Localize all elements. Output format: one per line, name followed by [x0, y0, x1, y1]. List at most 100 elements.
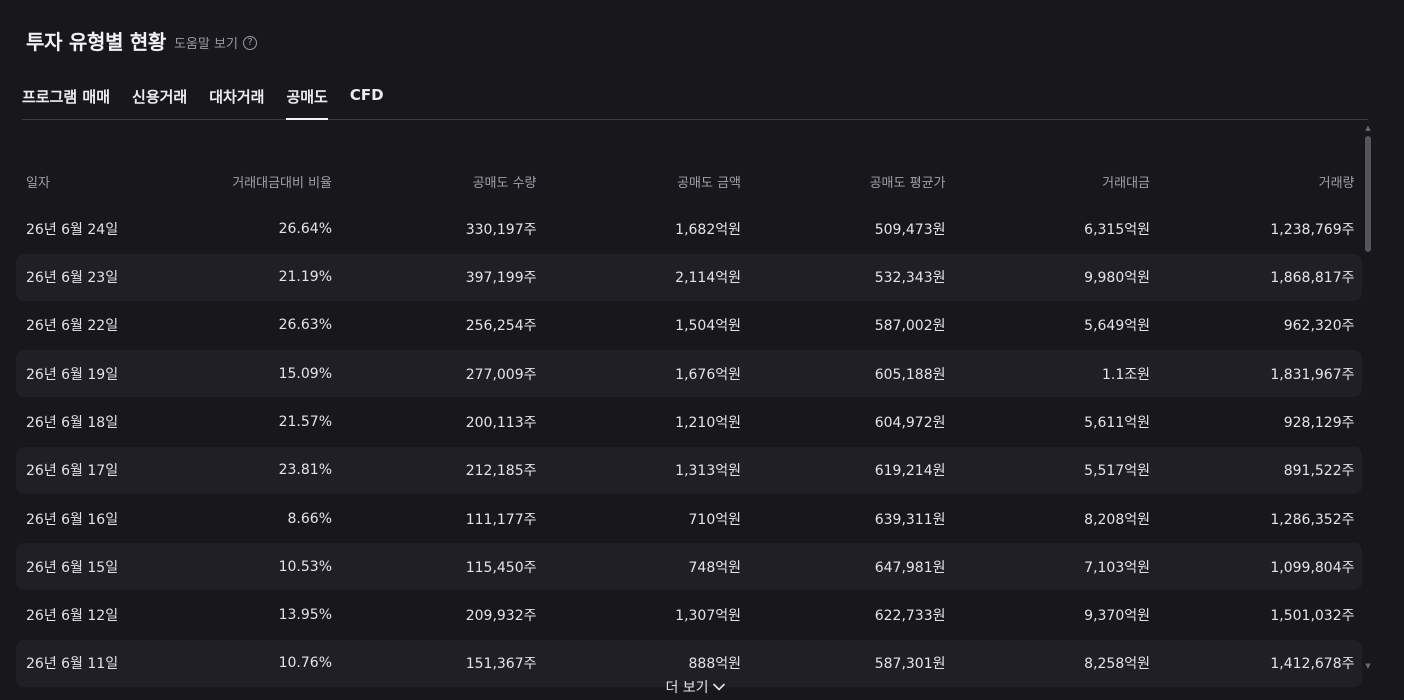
cell-short-amount: 710억원: [688, 511, 741, 528]
short-selling-table: 일자 거래대금대비 비율 공매도 수량 공매도 금액 공매도 평균가 거래대금 …: [16, 158, 1362, 688]
cell-short-avg-price: 509,473원: [874, 221, 946, 238]
tab-short-selling[interactable]: 공매도: [286, 84, 329, 120]
cell-short-volume: 277,009주: [465, 366, 537, 383]
page: 투자 유형별 현황 도움말 보기 ? 프로그램 매매 신용거래 대차거래 공매도…: [0, 0, 1404, 700]
column-header-short-volume: 공매도 수량: [472, 175, 537, 191]
table-row: 26년 6월 19일 15.09% 277,009주 1,676억원 605,188원 1…: [16, 350, 1362, 398]
question-circle-icon: ?: [242, 35, 257, 50]
show-more-button[interactable]: 더 보기: [0, 677, 1390, 697]
cell-trading-value: 8,258억원: [1084, 656, 1150, 673]
cell-short-amount: 1,676억원: [675, 366, 741, 383]
cell-short-volume: 200,113주: [465, 414, 537, 431]
cell-trading-volume: 1,286,352주: [1270, 511, 1355, 528]
scroll-down-arrow-icon[interactable]: ▼: [1364, 662, 1372, 670]
cell-date: 26년 6월 11일: [26, 656, 119, 673]
cell-trading-value: 7,103억원: [1084, 559, 1150, 576]
cell-date: 26년 6월 12일: [26, 608, 119, 625]
cell-trading-volume: 1,099,804주: [1270, 559, 1355, 576]
cell-short-avg-price: 622,733원: [874, 608, 946, 625]
cell-date: 26년 6월 19일: [26, 366, 119, 383]
cell-trading-volume: 891,522주: [1283, 463, 1355, 480]
cell-ratio: 15.09%: [278, 365, 332, 382]
table-row: 26년 6월 23일 21.19% 397,199주 2,114억원 532,343원 9…: [16, 253, 1362, 301]
cell-short-volume: 111,177주: [465, 511, 537, 528]
cell-ratio: 21.57%: [278, 413, 332, 430]
tab-stock-lending[interactable]: 대차거래: [209, 84, 264, 119]
cell-trading-value: 9,980억원: [1084, 270, 1150, 287]
cell-short-amount: 1,682억원: [675, 221, 741, 238]
cell-trading-volume: 1,238,769주: [1270, 221, 1355, 238]
cell-trading-value: 5,611억원: [1084, 414, 1150, 431]
cell-short-amount: 888억원: [688, 656, 741, 673]
cell-trading-volume: 962,320주: [1283, 318, 1355, 335]
help-link[interactable]: 도움말 보기 ?: [174, 33, 257, 52]
cell-short-volume: 209,932주: [465, 608, 537, 625]
column-header-trading-volume: 거래량: [1318, 175, 1355, 191]
cell-short-amount: 748억원: [688, 559, 741, 576]
cell-date: 26년 6월 22일: [26, 318, 119, 335]
table-row: 26년 6월 12일 13.95% 209,932주 1,307억원 622,733원 9…: [16, 592, 1362, 639]
table-body: 26년 6월 24일 26.64% 330,197주 1,682억원 509,473원 6…: [16, 205, 1362, 687]
cell-short-volume: 212,185주: [465, 463, 537, 480]
cell-trading-value: 6,315억원: [1084, 221, 1150, 238]
table-row: 26년 6월 17일 23.81% 212,185주 1,313억원 619,214원 5…: [16, 446, 1362, 494]
cell-short-avg-price: 647,981원: [874, 559, 946, 576]
cell-ratio: 23.81%: [278, 462, 332, 479]
scrollbar-thumb[interactable]: [1365, 136, 1371, 252]
cell-short-avg-price: 532,343원: [874, 270, 946, 287]
table-row: 26년 6월 22일 26.63% 256,254주 1,504억원 587,002원 5…: [16, 302, 1362, 349]
scroll-up-arrow-icon[interactable]: ▲: [1364, 124, 1372, 132]
cell-ratio: 26.63%: [278, 317, 332, 334]
cell-ratio: 21.19%: [278, 269, 332, 286]
cell-date: 26년 6월 18일: [26, 414, 119, 431]
table-row: 26년 6월 15일 10.53% 115,450주 748억원 647,981원 7,1…: [16, 543, 1362, 591]
cell-date: 26년 6월 23일: [26, 270, 119, 287]
cell-short-amount: 1,504억원: [675, 318, 741, 335]
table-row: 26년 6월 24일 26.64% 330,197주 1,682억원 509,473원 6…: [16, 205, 1362, 252]
tab-program-trading[interactable]: 프로그램 매매: [22, 84, 110, 119]
cell-trading-volume: 1,412,678주: [1270, 656, 1355, 673]
cell-trading-value: 9,370억원: [1084, 608, 1150, 625]
cell-short-volume: 115,450주: [465, 559, 537, 576]
show-more-label: 더 보기: [665, 680, 709, 696]
cell-trading-value: 5,517억원: [1084, 463, 1150, 480]
cell-short-amount: 2,114억원: [675, 270, 741, 287]
cell-trading-value: 8,208억원: [1084, 511, 1150, 528]
cell-short-amount: 1,307억원: [675, 608, 741, 625]
cell-short-avg-price: 605,188원: [874, 366, 946, 383]
cell-short-avg-price: 587,002원: [874, 318, 946, 335]
cell-date: 26년 6월 17일: [26, 463, 119, 480]
table-row: 26년 6월 18일 21.57% 200,113주 1,210억원 604,972원 5…: [16, 398, 1362, 445]
cell-date: 26년 6월 16일: [26, 511, 119, 528]
scrollbar[interactable]: ▲ ▼: [1364, 124, 1372, 670]
cell-short-avg-price: 639,311원: [874, 511, 946, 528]
cell-short-volume: 330,197주: [465, 221, 537, 238]
column-header-ratio: 거래대금대비 비율: [232, 175, 332, 191]
cell-trading-value: 1.1조원: [1101, 366, 1150, 383]
section-header: 투자 유형별 현황 도움말 보기 ?: [26, 26, 257, 55]
cell-trading-value: 5,649억원: [1084, 318, 1150, 335]
cell-short-volume: 397,199주: [465, 270, 537, 287]
cell-date: 26년 6월 15일: [26, 559, 119, 576]
table-header-row: 일자 거래대금대비 비율 공매도 수량 공매도 금액 공매도 평균가 거래대금 …: [16, 158, 1362, 204]
tab-bar: 프로그램 매매 신용거래 대차거래 공매도 CFD: [22, 84, 1368, 120]
cell-ratio: 13.95%: [278, 607, 332, 624]
tab-margin-trading[interactable]: 신용거래: [132, 84, 187, 119]
table-row: 26년 6월 16일 8.66% 111,177주 710억원 639,311원 8,20…: [16, 495, 1362, 542]
cell-trading-volume: 928,129주: [1283, 414, 1355, 431]
cell-date: 26년 6월 24일: [26, 221, 119, 238]
cell-trading-volume: 1,501,032주: [1270, 608, 1355, 625]
cell-short-avg-price: 587,301원: [874, 656, 946, 673]
column-header-trading-value: 거래대금: [1102, 175, 1150, 191]
cell-ratio: 10.76%: [278, 655, 332, 672]
cell-short-volume: 256,254주: [465, 318, 537, 335]
page-title: 투자 유형별 현황: [26, 30, 167, 54]
tab-cfd[interactable]: CFD: [350, 84, 384, 119]
cell-short-avg-price: 619,214원: [874, 463, 946, 480]
help-label: 도움말 보기: [174, 37, 238, 52]
cell-ratio: 26.64%: [278, 220, 332, 237]
column-header-short-avg-price: 공매도 평균가: [869, 175, 946, 191]
column-header-date: 일자: [26, 175, 50, 191]
cell-short-amount: 1,210억원: [675, 414, 741, 431]
chevron-down-icon: [712, 683, 725, 691]
